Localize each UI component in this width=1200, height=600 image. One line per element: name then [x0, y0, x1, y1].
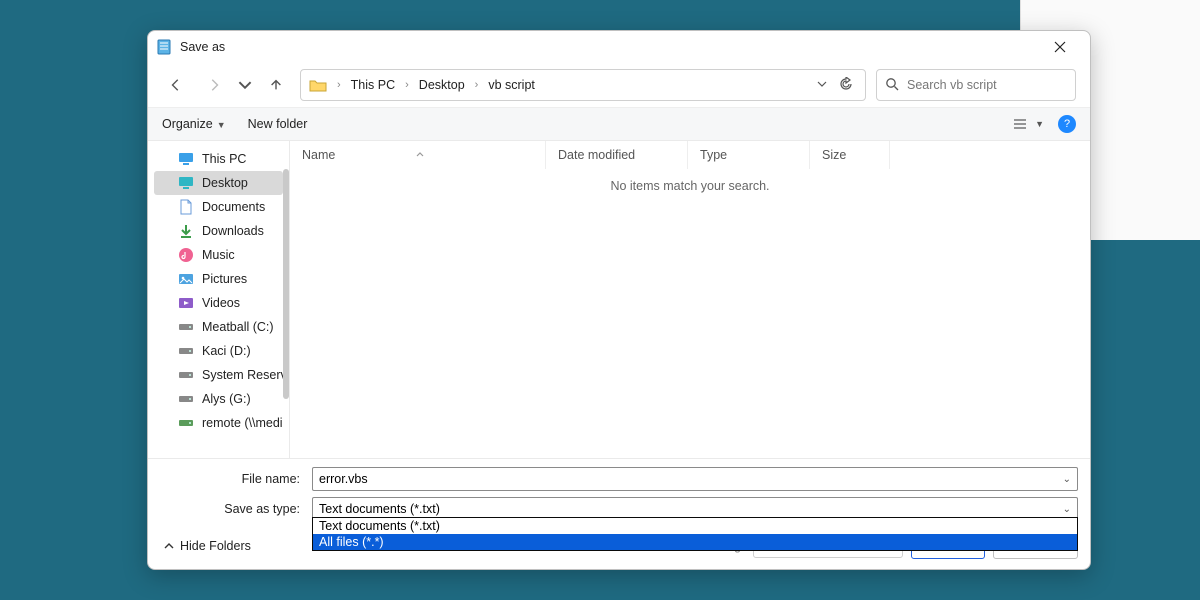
document-icon: [178, 199, 194, 215]
sidebar-item-videos[interactable]: Videos: [154, 291, 283, 315]
notepad-icon: [156, 39, 172, 55]
column-name[interactable]: Name: [290, 141, 546, 169]
close-button[interactable]: [1038, 33, 1082, 61]
toolbar: Organize▼ New folder ▼ ?: [148, 107, 1090, 141]
sidebar-item-label: Videos: [202, 296, 240, 310]
content-pane: Name Date modified Type Size No items ma…: [290, 141, 1090, 458]
sidebar-item-meatball-c-[interactable]: Meatball (C:): [154, 315, 283, 339]
up-button[interactable]: [262, 71, 290, 99]
sidebar-item-label: Downloads: [202, 224, 264, 238]
sidebar-item-label: remote (\\media: [202, 416, 283, 430]
chevron-down-icon: ⌄: [1063, 504, 1071, 515]
breadcrumb-folder[interactable]: vb script: [484, 74, 539, 96]
refresh-button[interactable]: [839, 77, 853, 94]
column-type[interactable]: Type: [688, 141, 810, 169]
breadcrumb[interactable]: › This PC › Desktop › vb script: [300, 69, 866, 101]
netdrive-icon: [178, 415, 194, 431]
monitor-icon: [178, 151, 194, 167]
sidebar-item-system-reserved[interactable]: System Reserved: [154, 363, 283, 387]
saveastype-label: Save as type:: [160, 502, 306, 516]
sidebar: This PC Desktop Documents Downloads Music Pic…: [148, 141, 290, 458]
forward-button[interactable]: [200, 71, 228, 99]
sidebar-item-downloads[interactable]: Downloads: [154, 219, 283, 243]
sidebar-item-desktop[interactable]: Desktop: [154, 171, 283, 195]
sidebar-item-label: System Reserved: [202, 368, 283, 382]
new-folder-button[interactable]: New folder: [248, 117, 308, 131]
sidebar-item-pictures[interactable]: Pictures: [154, 267, 283, 291]
sidebar-item-label: Meatball (C:): [202, 320, 274, 334]
dialog-body: This PC Desktop Documents Downloads Music Pic…: [148, 141, 1090, 458]
breadcrumb-desktop[interactable]: Desktop: [415, 74, 469, 96]
chevron-right-icon: ›: [473, 79, 481, 91]
drive-icon: [178, 343, 194, 359]
hide-folders-button[interactable]: Hide Folders: [164, 539, 251, 553]
column-date[interactable]: Date modified: [546, 141, 688, 169]
window-title: Save as: [180, 40, 225, 54]
save-as-dialog: Save as › This PC › Desktop › vb sc: [147, 30, 1091, 570]
sidebar-item-kaci-d-[interactable]: Kaci (D:): [154, 339, 283, 363]
column-headers: Name Date modified Type Size: [290, 141, 1090, 169]
download-icon: [178, 223, 194, 239]
chevron-right-icon: ›: [335, 79, 343, 91]
sidebar-item-documents[interactable]: Documents: [154, 195, 283, 219]
recent-locations-button[interactable]: [238, 71, 252, 99]
search-placeholder: Search vb script: [907, 78, 997, 92]
titlebar: Save as: [148, 31, 1090, 63]
videos-icon: [178, 295, 194, 311]
sidebar-item-label: Alys (G:): [202, 392, 251, 406]
type-option-txt[interactable]: Text documents (*.txt): [313, 518, 1077, 534]
filename-input[interactable]: error.vbs ⌄: [312, 467, 1078, 491]
sidebar-scrollbar[interactable]: [283, 169, 289, 399]
sidebar-item-label: Pictures: [202, 272, 247, 286]
search-icon: [885, 77, 899, 94]
view-menu[interactable]: ▼: [1013, 117, 1044, 131]
folder-icon: [309, 76, 327, 94]
sidebar-item-music[interactable]: Music: [154, 243, 283, 267]
type-option-all[interactable]: All files (*.*): [313, 534, 1077, 550]
sidebar-item-label: Music: [202, 248, 235, 262]
chevron-right-icon: ›: [403, 79, 411, 91]
sidebar-item-remote-media[interactable]: remote (\\media: [154, 411, 283, 435]
drive-icon: [178, 319, 194, 335]
sidebar-item-label: Desktop: [202, 176, 248, 190]
breadcrumb-this-pc[interactable]: This PC: [347, 74, 399, 96]
filename-label: File name:: [160, 472, 306, 486]
bottom-panel: File name: error.vbs ⌄ Save as type: Tex…: [148, 458, 1090, 569]
organize-menu[interactable]: Organize▼: [162, 117, 226, 131]
music-icon: [178, 247, 194, 263]
sidebar-item-alys-g-[interactable]: Alys (G:): [154, 387, 283, 411]
back-button[interactable]: [162, 71, 190, 99]
column-size[interactable]: Size: [810, 141, 890, 169]
sidebar-item-label: Documents: [202, 200, 265, 214]
chevron-down-icon[interactable]: [817, 78, 827, 92]
search-box[interactable]: Search vb script: [876, 69, 1076, 101]
sidebar-item-label: This PC: [202, 152, 246, 166]
pictures-icon: [178, 271, 194, 287]
sort-indicator-icon: [415, 150, 425, 160]
chevron-down-icon[interactable]: ⌄: [1063, 474, 1071, 485]
empty-message: No items match your search.: [290, 169, 1090, 458]
chevron-up-icon: [164, 541, 174, 551]
sidebar-item-this-pc[interactable]: This PC: [154, 147, 283, 171]
nav-row: › This PC › Desktop › vb script Search v…: [148, 63, 1090, 107]
help-button[interactable]: ?: [1058, 115, 1076, 133]
desktop-icon: [178, 175, 194, 191]
drive-icon: [178, 367, 194, 383]
drive-icon: [178, 391, 194, 407]
saveastype-dropdown: Text documents (*.txt) All files (*.*): [312, 517, 1078, 551]
sidebar-item-label: Kaci (D:): [202, 344, 251, 358]
